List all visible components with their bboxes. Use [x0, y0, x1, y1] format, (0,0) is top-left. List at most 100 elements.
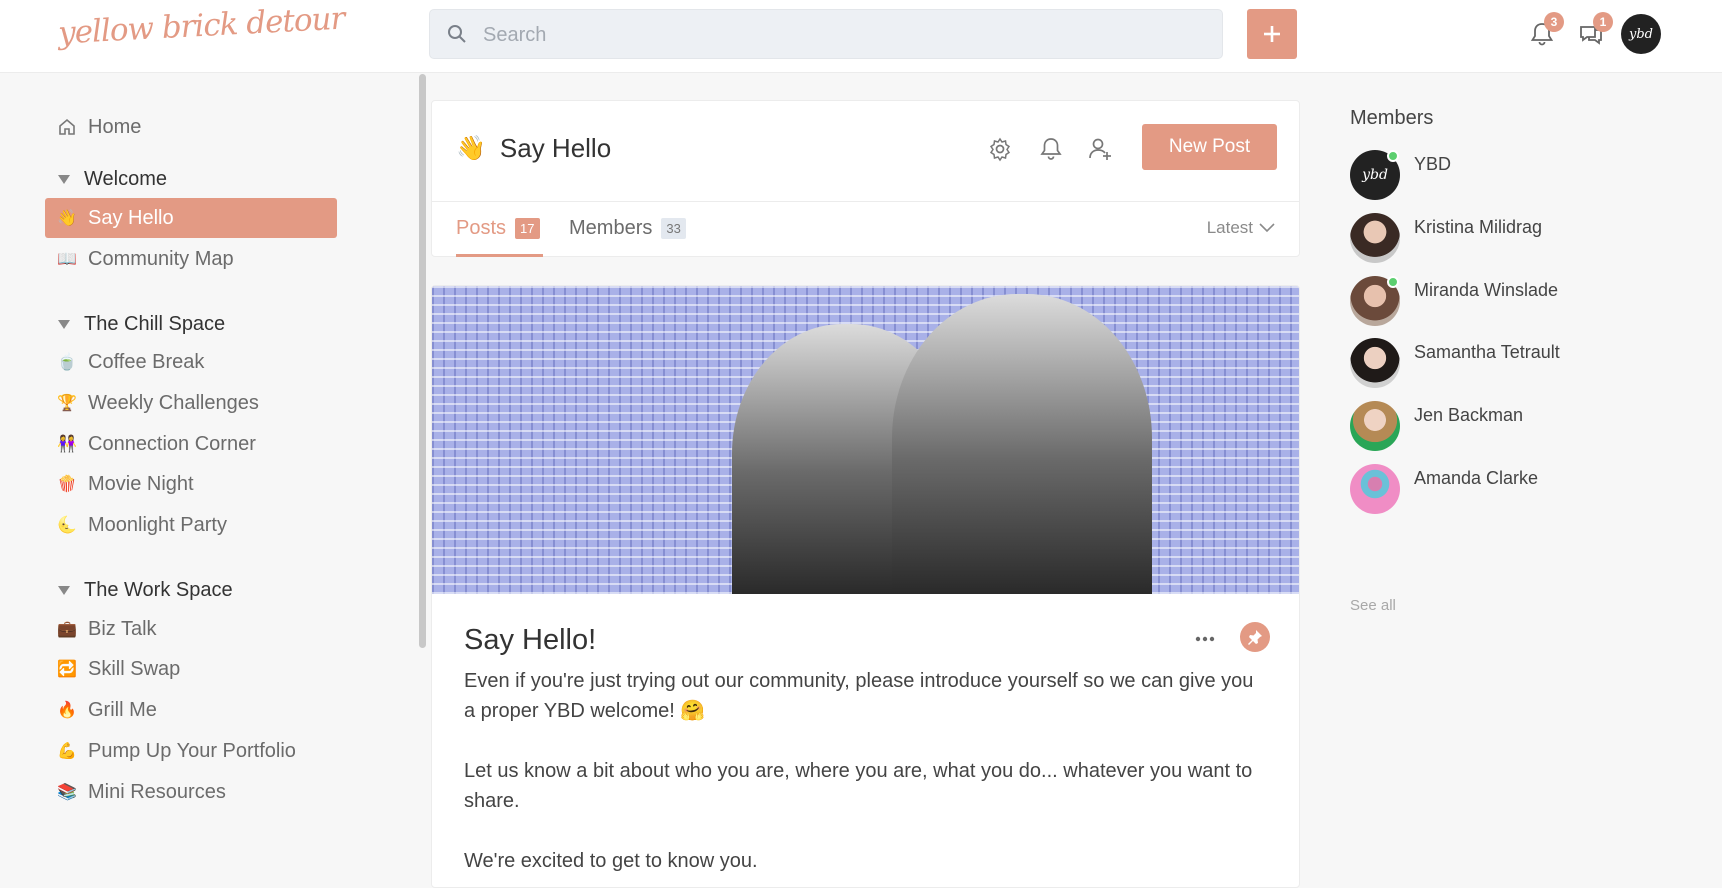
sidebar-item-label: Grill Me — [88, 698, 157, 721]
tab-label: Members — [569, 217, 653, 239]
space-title: 👋 Say Hello — [456, 133, 611, 164]
sidebar-item-mini-resources[interactable]: 📚 Mini Resources — [45, 772, 337, 812]
member-name: Jen Backman — [1414, 405, 1524, 425]
space-title-text: Say Hello — [499, 133, 612, 163]
sidebar-item-label: Coffee Break — [88, 350, 205, 373]
avatar — [1350, 401, 1400, 451]
nav-group-label: Welcome — [84, 168, 167, 190]
member-item[interactable]: Jen Backman — [1350, 401, 1650, 453]
member-item[interactable]: Miranda Winslade — [1350, 276, 1650, 328]
tabs-divider — [432, 201, 1299, 202]
books-icon: 📚 — [57, 784, 77, 801]
sidebar-item-label: Say Hello — [88, 206, 174, 229]
search-bar[interactable] — [429, 9, 1223, 59]
sidebar-item-weekly-challenges[interactable]: 🏆 Weekly Challenges — [45, 383, 337, 423]
space-header: 👋 Say Hello New Post Posts 17 Members 33… — [431, 100, 1300, 257]
see-all-members-link[interactable]: See all — [1350, 597, 1396, 614]
member-item[interactable]: ybd YBD — [1350, 150, 1650, 202]
sidebar-item-label: Home — [88, 115, 142, 138]
sidebar-item-skill-swap[interactable]: 🔁 Skill Swap — [45, 649, 337, 689]
chevron-down-icon — [1259, 223, 1275, 233]
brand-logo[interactable]: yellow brick detour — [57, 1, 345, 52]
tab-count-badge: 33 — [661, 218, 686, 239]
post-options-button[interactable] — [1192, 629, 1218, 649]
repeat-arrows-icon: 🔁 — [57, 661, 77, 678]
pin-icon — [1248, 630, 1262, 645]
post-paragraph: We're excited to get to know you. — [464, 850, 758, 872]
sidebar-item-label: Pump Up Your Portfolio — [88, 739, 296, 762]
user-avatar[interactable]: ybd — [1621, 14, 1661, 54]
top-bar: yellow brick detour 3 1 ybd — [0, 0, 1722, 73]
post-card: Say Hello! Even if you're just trying ou… — [431, 285, 1300, 888]
caret-down-icon — [58, 586, 70, 595]
nav-group-label: The Chill Space — [84, 313, 226, 335]
avatar — [1350, 464, 1400, 514]
flexed-biceps-icon: 💪 — [57, 743, 77, 760]
member-name: Miranda Winslade — [1414, 280, 1559, 300]
sidebar-item-label: Movie Night — [88, 472, 194, 495]
sidebar-item-coffee-break[interactable]: 🍵 Coffee Break — [45, 342, 337, 382]
space-settings-button[interactable] — [987, 136, 1013, 162]
sidebar-item-pump-up-portfolio[interactable]: 💪 Pump Up Your Portfolio — [45, 731, 337, 771]
create-button[interactable] — [1247, 9, 1297, 59]
member-name: Amanda Clarke — [1414, 468, 1539, 488]
left-sidebar: Home Welcome 👋 Say Hello 📖 Community Map… — [0, 74, 430, 888]
space-notifications-button[interactable] — [1038, 136, 1064, 162]
sidebar-item-say-hello[interactable]: 👋 Say Hello — [45, 198, 337, 238]
member-item[interactable]: Samantha Tetrault — [1350, 338, 1650, 390]
sidebar-item-movie-night[interactable]: 🍿 Movie Night — [45, 464, 337, 504]
tab-members[interactable]: Members 33 — [569, 217, 686, 240]
sidebar-item-label: Skill Swap — [88, 657, 181, 680]
sidebar-item-connection-corner[interactable]: 👭 Connection Corner — [45, 424, 337, 464]
nav-group-chill-space[interactable]: The Chill Space — [58, 313, 225, 336]
messages-badge: 1 — [1593, 12, 1613, 32]
member-item[interactable]: Amanda Clarke — [1350, 464, 1650, 516]
two-women-icon: 👭 — [57, 436, 77, 453]
tab-label: Posts — [456, 217, 507, 239]
search-input[interactable] — [483, 20, 1183, 50]
member-name: Samantha Tetrault — [1414, 342, 1560, 362]
messages-button[interactable]: 1 — [1577, 12, 1613, 50]
sidebar-item-community-map[interactable]: 📖 Community Map — [45, 239, 337, 279]
bell-icon — [1040, 138, 1062, 160]
member-name: YBD — [1414, 154, 1452, 174]
members-panel-title: Members — [1350, 107, 1434, 129]
plus-icon — [1264, 26, 1280, 42]
sidebar-item-biz-talk[interactable]: 💼 Biz Talk — [45, 609, 337, 649]
tab-posts[interactable]: Posts 17 — [456, 217, 540, 240]
sidebar-item-home[interactable]: Home — [45, 107, 337, 147]
sidebar-scrollbar[interactable] — [419, 74, 426, 648]
add-member-button[interactable] — [1087, 136, 1113, 162]
sidebar-item-label: Biz Talk — [88, 617, 157, 640]
sidebar-item-grill-me[interactable]: 🔥 Grill Me — [45, 690, 337, 730]
member-name: Kristina Milidrag — [1414, 217, 1543, 237]
sort-label: Latest — [1206, 218, 1253, 237]
member-item[interactable]: Kristina Milidrag — [1350, 213, 1650, 265]
trophy-icon: 🏆 — [57, 395, 77, 412]
post-cover-image[interactable] — [432, 286, 1299, 594]
more-horizontal-icon — [1195, 636, 1215, 642]
notifications-badge: 3 — [1544, 12, 1564, 32]
post-title[interactable]: Say Hello! — [464, 624, 596, 657]
notifications-button[interactable]: 3 — [1528, 12, 1564, 50]
online-indicator — [1387, 276, 1399, 288]
sort-dropdown[interactable]: Latest — [1207, 218, 1275, 238]
moon-icon: 🌜 — [57, 517, 77, 534]
avatar — [1350, 213, 1400, 263]
online-indicator — [1387, 150, 1399, 162]
tea-cup-icon: 🍵 — [57, 354, 77, 371]
pinned-post-button[interactable] — [1240, 622, 1270, 652]
post-paragraph: Even if you're just trying out our commu… — [464, 670, 1254, 722]
tab-count-badge: 17 — [515, 218, 540, 239]
sidebar-item-label: Moonlight Party — [88, 513, 227, 536]
sidebar-item-label: Weekly Challenges — [88, 391, 259, 414]
active-tab-indicator — [456, 254, 543, 257]
new-post-button[interactable]: New Post — [1142, 124, 1277, 170]
sidebar-item-moonlight-party[interactable]: 🌜 Moonlight Party — [45, 505, 337, 545]
nav-group-work-space[interactable]: The Work Space — [58, 579, 233, 602]
home-icon — [57, 117, 77, 137]
search-icon — [448, 25, 466, 43]
post-body: Even if you're just trying out our commu… — [464, 666, 1264, 887]
nav-group-welcome[interactable]: Welcome — [58, 168, 167, 191]
sidebar-item-label: Mini Resources — [88, 780, 226, 803]
